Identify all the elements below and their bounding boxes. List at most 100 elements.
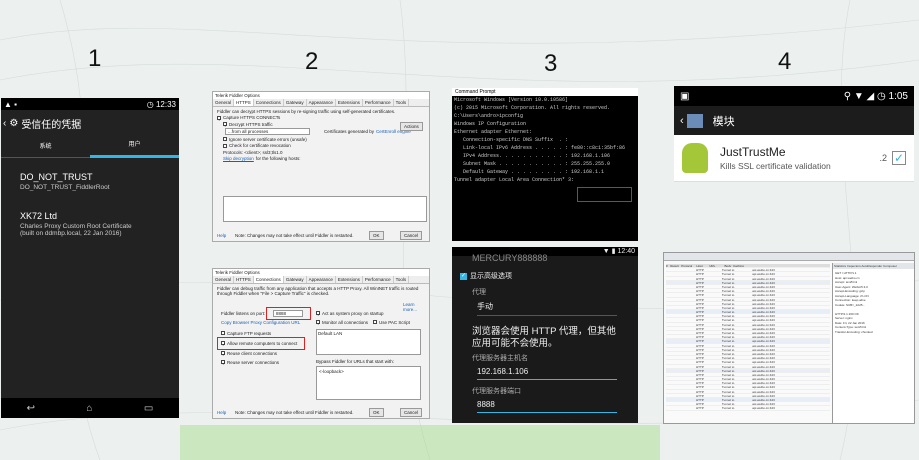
skip-decryption-link[interactable]: Skip decryption xyxy=(223,156,254,161)
restart-note: Note: Changes may not take effect until … xyxy=(235,410,354,415)
tab-connections[interactable]: Connections xyxy=(253,276,284,283)
step-number: 2 xyxy=(305,48,319,75)
fiddler-https-dialog: Telerik Fiddler Options General HTTPS Co… xyxy=(212,91,430,242)
navigation-bar: ↩ ⌂ ▭ xyxy=(1,398,179,418)
recents-nav-icon[interactable]: ▭ xyxy=(144,403,153,414)
session-row[interactable]: HTTP Tunnel to api.weibo.cn:443 xyxy=(666,406,830,411)
tab-inspectors[interactable]: Inspectors xyxy=(847,264,861,268)
help-link[interactable]: Help xyxy=(217,410,226,415)
actions-button[interactable]: Actions xyxy=(400,122,423,131)
module-item[interactable]: JustTrustMe Kills SSL certificate valida… xyxy=(674,135,914,182)
checkbox-label: Monitor all connections xyxy=(322,320,369,325)
tab-appearance[interactable]: Appearance xyxy=(307,99,336,106)
back-icon[interactable]: ‹ xyxy=(680,115,684,127)
tab-https[interactable]: HTTPS xyxy=(234,276,254,283)
cancel-button[interactable]: Cancel xyxy=(400,231,423,240)
cancel-button[interactable]: Cancel xyxy=(400,408,423,417)
enable-checkbox[interactable]: ✓ xyxy=(892,151,906,165)
cert-name: DO_NOT_TRUST xyxy=(20,172,93,182)
advanced-label: 显示高级选项 xyxy=(470,273,512,280)
checkbox-label: Act as system proxy on startup xyxy=(322,311,384,316)
tab-system[interactable]: 系统 xyxy=(1,141,90,158)
wifi-proxy-dialog: ▼ ▮ 12:40 MERCURY888888 ✓ 显示高级选项 代理 手动 浏… xyxy=(452,247,638,423)
skip-hosts-textarea[interactable] xyxy=(223,196,427,222)
certificate-item[interactable]: DO_NOT_TRUST DO_NOT_TRUST_FiddlerRoot xyxy=(1,164,179,199)
checkbox-label: Ignore server certificate errors (unsafe… xyxy=(229,136,307,142)
console-line: Microsoft Windows [Version 10.0.10586] xyxy=(454,97,569,103)
tab-gateway[interactable]: Gateway xyxy=(284,99,307,106)
capture-ftp-row[interactable]: Capture FTP requests xyxy=(221,331,271,336)
copy-proxy-link[interactable]: Copy Browser Proxy Configuration URL xyxy=(221,320,300,325)
checkbox[interactable]: ✓ xyxy=(316,311,321,317)
status-bar: ▣ ⚲ ▼ ◢ ◷ 1:05 xyxy=(674,86,914,106)
ignore-errors-row[interactable]: Ignore server certificate errors (unsafe… xyxy=(223,137,425,142)
pac-row[interactable]: Use PAC Script xyxy=(373,320,410,325)
checkbox[interactable]: ✓ xyxy=(223,122,228,128)
cell: api.weibo.cn:443 xyxy=(752,406,775,411)
checkbox[interactable]: ✓ xyxy=(221,360,226,366)
checkbox[interactable]: ✓ xyxy=(221,351,226,357)
reuse-server-row[interactable]: ✓ Reuse server connections xyxy=(221,360,279,366)
advanced-options-row[interactable]: ✓ 显示高级选项 xyxy=(460,271,638,281)
revocation-row[interactable]: Check for certificate revocation xyxy=(223,143,425,148)
xposed-logo-icon xyxy=(686,113,703,128)
tab-performance[interactable]: Performance xyxy=(363,276,394,283)
status-time: 1:05 xyxy=(888,90,908,102)
tab-tools[interactable]: Tools xyxy=(394,276,410,283)
reuse-client-row[interactable]: ✓ Reuse client connections xyxy=(221,351,277,357)
bypass-textarea[interactable]: <-loopback> xyxy=(316,366,421,400)
window-title: Command Prompt xyxy=(452,88,638,96)
back-icon[interactable]: ‹ xyxy=(3,118,6,129)
home-nav-icon[interactable]: ⌂ xyxy=(86,403,92,414)
xposed-modules-screen: ▣ ⚲ ▼ ◢ ◷ 1:05 ‹ 模块 JustTrustMe Kills SS… xyxy=(674,86,914,182)
tab-autoresponder[interactable]: AutoResponder xyxy=(861,264,882,268)
tab-tools[interactable]: Tools xyxy=(394,99,410,106)
cert-subtitle: Charles Proxy Custom Root Certificate xyxy=(20,223,132,230)
skip-decryption-label: for the following hosts: xyxy=(255,156,301,161)
tab-connections[interactable]: Connections xyxy=(254,99,284,106)
ok-button[interactable]: OK xyxy=(369,408,384,417)
port-input[interactable]: 8888 xyxy=(477,400,617,413)
checkbox[interactable]: ✓ xyxy=(217,115,222,122)
step-number: 3 xyxy=(544,50,558,77)
certificate-item[interactable]: XK72 Ltd Charles Proxy Custom Root Certi… xyxy=(1,203,179,245)
console-line: Ethernet adapter Ethernet: xyxy=(454,129,533,135)
cert-gen-label: Certificates generated by xyxy=(324,129,375,134)
tab-general[interactable]: General xyxy=(213,99,235,106)
inspector-line: Transfer-Encoding: chunked xyxy=(835,329,873,334)
tab-performance[interactable]: Performance xyxy=(363,99,394,106)
page-title: 受信任的凭据 xyxy=(21,119,82,131)
help-link[interactable]: Help xyxy=(217,233,226,238)
proxy-select[interactable]: 手动 xyxy=(477,301,617,316)
host-input[interactable]: 192.168.1.106 xyxy=(477,367,617,380)
protocols-text: Protocols: <client>; ssl3;tls1.0 xyxy=(223,149,283,155)
decrypt-row[interactable]: ✓ Decrypt HTTPS traffic xyxy=(223,122,425,128)
tab-general[interactable]: General xyxy=(213,276,235,283)
monitor-row[interactable]: ✓ Monitor all connections xyxy=(316,320,369,326)
learn-more-link[interactable]: Learn more... xyxy=(403,302,429,312)
act-system-row[interactable]: ✓ Act as system proxy on startup xyxy=(316,311,384,317)
tab-appearance[interactable]: Appearance xyxy=(307,276,336,283)
tab-gateway[interactable]: Gateway xyxy=(284,276,307,283)
step-number: 1 xyxy=(88,45,102,72)
checkbox[interactable] xyxy=(223,137,227,141)
console-line: C:\Users\andro>ipconfig xyxy=(454,113,524,119)
process-select[interactable]: ...from all processes xyxy=(225,128,310,135)
checkbox-checked-icon[interactable]: ✓ xyxy=(460,272,467,280)
tab-composer[interactable]: Composer xyxy=(883,264,897,268)
checkbox[interactable]: ✓ xyxy=(316,320,321,326)
checkbox[interactable] xyxy=(373,320,377,324)
capture-connects-row[interactable]: ✓ Capture HTTPS CONNECTs xyxy=(217,115,425,122)
tab-statistics[interactable]: Statistics xyxy=(834,264,846,268)
checkbox[interactable] xyxy=(221,331,225,335)
tab-user[interactable]: 用户 xyxy=(90,139,179,158)
tab-https[interactable]: HTTPS xyxy=(234,99,254,106)
port-label: 代理服务器端口 xyxy=(472,388,521,395)
ok-button[interactable]: OK xyxy=(369,231,384,240)
checkbox[interactable] xyxy=(223,143,227,148)
tab-extensions[interactable]: Extensions xyxy=(336,276,363,283)
back-nav-icon[interactable]: ↩ xyxy=(27,403,35,414)
session-rows: HTTP Tunnel to api.weibo.cn:443 HTTP Tunnel … xyxy=(666,268,830,411)
tab-extensions[interactable]: Extensions xyxy=(336,99,363,106)
lan-list[interactable]: Default LAN xyxy=(316,329,421,355)
